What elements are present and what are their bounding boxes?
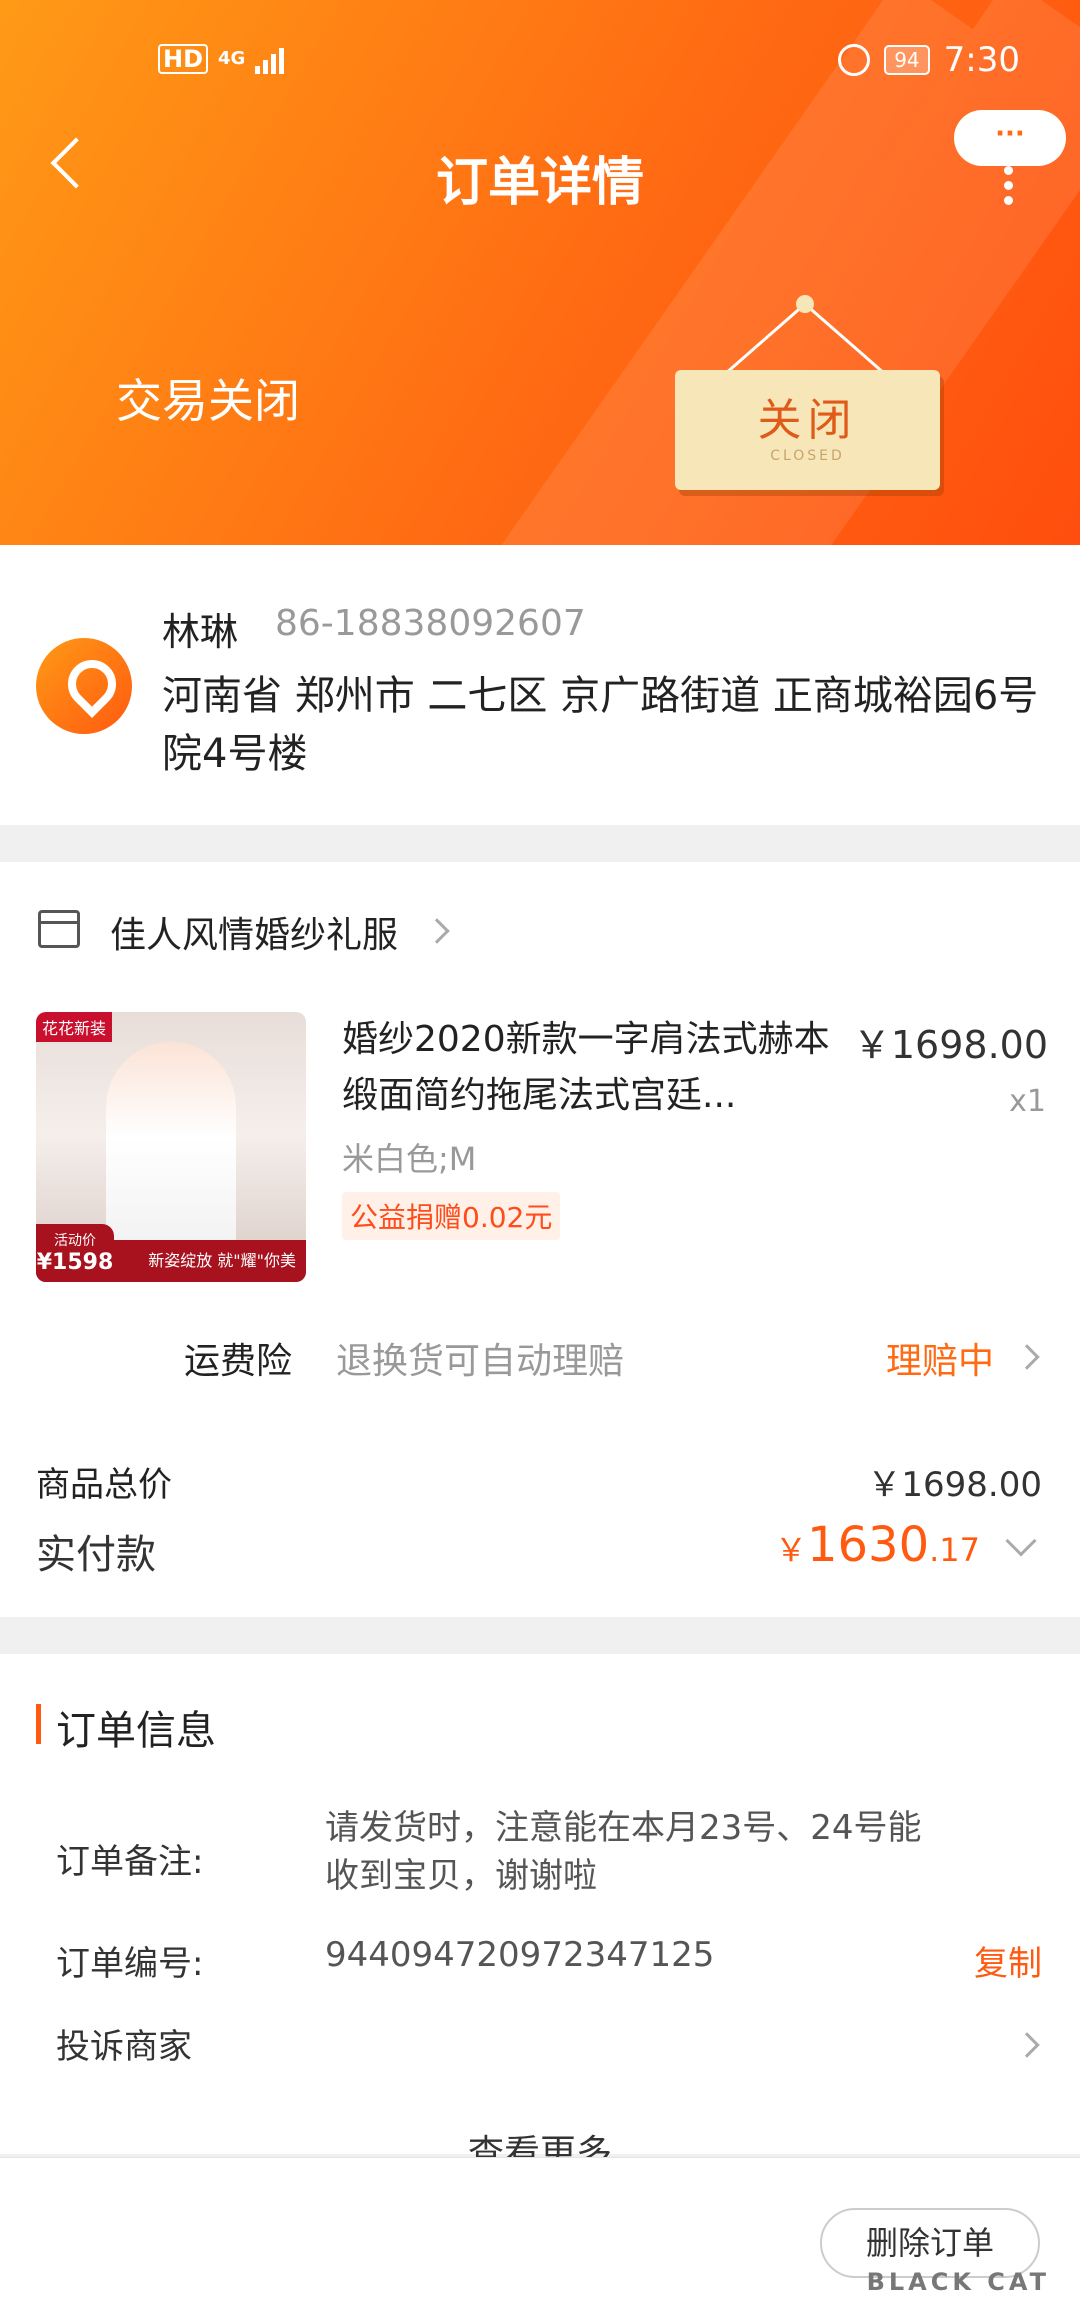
location-pin-icon xyxy=(36,638,132,734)
paid-decimal: .17 xyxy=(929,1531,980,1569)
recipient-address: 河南省 郑州市 二七区 京广路街道 正商城裕园6号院4号楼 xyxy=(162,673,1039,777)
product-price: ￥1698.00 xyxy=(852,1023,1048,1067)
sign-string-icon xyxy=(724,295,886,376)
order-header: HD 4G 94 7:30 订单详情 ··· 交易关闭 关闭 CLOSED xyxy=(0,0,1080,545)
goods-total-value: ￥1698.00 xyxy=(867,1465,1042,1505)
product-qty: x1 xyxy=(1009,1084,1046,1119)
order-note-label: 订单备注: xyxy=(56,1842,204,1882)
recipient-phone: 86-18838092607 xyxy=(275,603,586,644)
product-sku: 米白色;M xyxy=(342,1140,477,1178)
order-info-card: 订单信息 订单备注: 请发货时，注意能在本月23号、24号能收到宝贝，谢谢啦 订… xyxy=(0,1654,1080,2174)
goods-card: 佳人风情婚纱礼服 花花新装 新姿绽放 就"耀"你美 活动价 ¥1598 婚纱20… xyxy=(0,862,1080,1617)
insurance-desc: 退换货可自动理赔 xyxy=(336,1341,625,1382)
product-title[interactable]: 婚纱2020新款一字肩法式赫本缎面简约拖尾法式宫廷... xyxy=(342,1012,842,1124)
paid-amount: ￥1630.17 xyxy=(775,1517,980,1573)
chevron-right-icon[interactable] xyxy=(424,918,450,944)
closed-sign-illustration: 关闭 CLOSED xyxy=(665,290,945,510)
insurance-label: 运费险 xyxy=(184,1341,293,1382)
image-price-label: 活动价 xyxy=(54,1233,96,1249)
signal-icon xyxy=(255,44,285,74)
more-menu-icon[interactable] xyxy=(1004,166,1013,205)
battery-icon: 94 xyxy=(884,45,930,75)
insurance-status[interactable]: 理赔中 xyxy=(886,1332,994,1384)
page-title: 订单详情 xyxy=(435,153,644,213)
order-status: 交易关闭 xyxy=(116,374,300,428)
order-info-title: 订单信息 xyxy=(56,1708,216,1754)
status-left: HD 4G xyxy=(158,44,285,74)
goods-total-label: 商品总价 xyxy=(36,1465,172,1505)
network-label: 4G xyxy=(218,48,246,69)
order-note-value: 请发货时，注意能在本月23号、24号能收到宝贝，谢谢啦 xyxy=(325,1808,922,1896)
complain-merchant-label[interactable]: 投诉商家 xyxy=(56,2019,192,2068)
shop-icon xyxy=(38,910,80,948)
copy-button[interactable]: 复制 xyxy=(974,1936,1042,1985)
image-price-tag: 活动价 ¥1598 xyxy=(36,1224,114,1282)
watermark: BLACK CAT xyxy=(866,2268,1050,2296)
order-number-value: 944094720972347125 xyxy=(325,1935,715,1975)
shop-name[interactable]: 佳人风情婚纱礼服 xyxy=(110,906,398,958)
clock: 7:30 xyxy=(943,40,1020,80)
paid-currency: ￥ xyxy=(774,1531,807,1569)
hd-badge: HD xyxy=(158,44,209,74)
image-tag: 花花新装 xyxy=(36,1012,113,1042)
image-price: ¥1598 xyxy=(36,1250,114,1275)
paid-integer: 1630 xyxy=(806,1517,930,1573)
chevron-right-icon[interactable] xyxy=(1014,1344,1040,1370)
paid-label: 实付款 xyxy=(36,1532,156,1578)
bottom-action-bar: 删除订单 BLACK CAT xyxy=(0,2157,1080,2310)
section-marker xyxy=(36,1704,41,1744)
sign-board: 关闭 CLOSED xyxy=(675,370,940,490)
product-image[interactable]: 花花新装 新姿绽放 就"耀"你美 活动价 ¥1598 xyxy=(36,1012,306,1282)
chevron-right-icon[interactable] xyxy=(1014,2032,1040,2058)
charity-badge: 公益捐赠0.02元 xyxy=(342,1192,561,1240)
recipient-name: 林琳 xyxy=(162,610,239,654)
sign-text-cn: 关闭 xyxy=(757,395,858,446)
alarm-icon xyxy=(838,44,871,76)
status-bar: HD 4G 94 7:30 xyxy=(0,40,1080,90)
order-number-label: 订单编号: xyxy=(56,1944,204,1984)
shipping-address-card: 林琳 86-18838092607 河南省 郑州市 二七区 京广路街道 正商城裕… xyxy=(0,545,1080,825)
chevron-down-icon[interactable] xyxy=(1005,1525,1037,1557)
status-right: 94 7:30 xyxy=(838,40,1020,80)
more-bubble[interactable]: ··· xyxy=(954,110,1066,166)
sign-text-en: CLOSED xyxy=(770,448,845,464)
